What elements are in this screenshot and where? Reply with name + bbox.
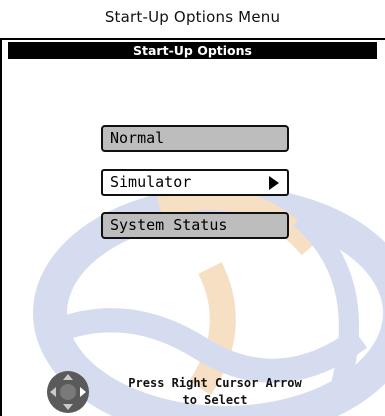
cursor-pad-icon[interactable] xyxy=(46,370,90,414)
option-simulator-label: Simulator xyxy=(110,173,192,191)
instruction-line-1: Press Right Cursor Arrow xyxy=(128,376,302,390)
option-normal-button[interactable]: Normal xyxy=(101,125,289,152)
screen-top-border xyxy=(0,38,385,40)
right-arrow-icon xyxy=(269,176,279,190)
menu-title-bar: Start-Up Options xyxy=(8,42,377,59)
option-system-status-button[interactable]: System Status xyxy=(101,212,289,239)
instruction-text: Press Right Cursor Arrow to Select xyxy=(100,375,330,409)
option-simulator-button[interactable]: Simulator xyxy=(101,169,289,196)
instruction-line-2: to Select xyxy=(182,393,248,407)
option-normal-label: Normal xyxy=(110,129,165,147)
option-system-status-label: System Status xyxy=(110,216,228,234)
device-screen: Start-Up Options Normal Simulator System… xyxy=(0,38,385,416)
figure-caption: Start-Up Options Menu xyxy=(104,8,281,26)
page: Start-Up Options Menu Start-Up Options N… xyxy=(0,0,385,416)
